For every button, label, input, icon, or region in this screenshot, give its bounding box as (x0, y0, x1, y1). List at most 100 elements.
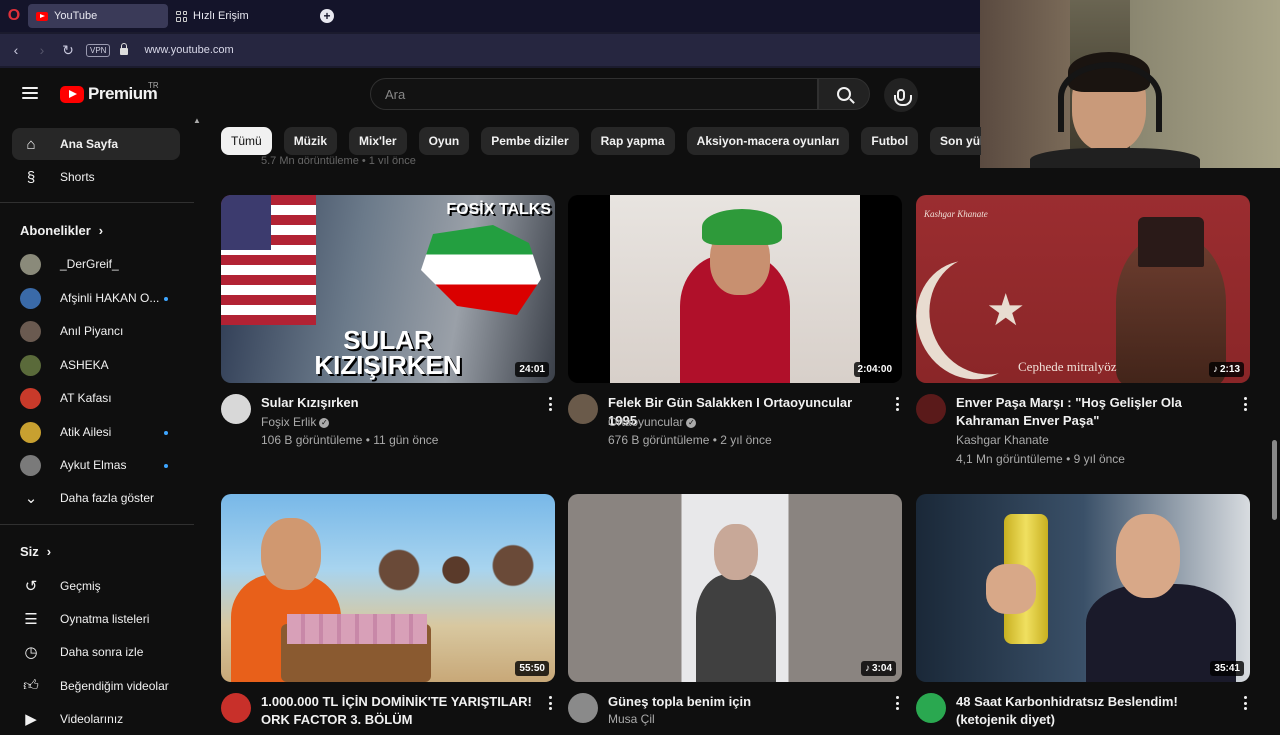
reload-button[interactable]: ↻ (60, 42, 76, 59)
vpn-badge[interactable]: VPN (86, 43, 111, 57)
sidebar-item-history[interactable]: ↺ Geçmiş (12, 570, 180, 602)
channel-name[interactable]: Foşix Erlik ✓ (261, 415, 330, 429)
video-card[interactable]: 35:41 48 Saat Karbonhidratsız Beslendim!… (916, 494, 1250, 727)
sidebar-item-label: _DerGreif_ (60, 257, 119, 271)
lock-icon[interactable] (120, 43, 129, 55)
chip-all[interactable]: Tümü (221, 127, 272, 155)
sidebar-item-label: Oynatma listeleri (60, 612, 150, 626)
microphone-icon (894, 89, 912, 106)
tab-youtube[interactable]: YouTube (28, 4, 168, 28)
video-card[interactable]: ★ Kashgar Khanate Cephede mitralyöz ♪ 2:1… (916, 195, 1250, 475)
duration-badge: 24:01 (515, 362, 549, 377)
video-title[interactable]: 48 Saat Karbonhidratsız Beslendim! (keto… (956, 693, 1232, 729)
sidebar-item-your-videos[interactable]: ▶ Videolarınız (12, 703, 180, 735)
us-flag (221, 195, 316, 325)
chip-football[interactable]: Futbol (861, 127, 919, 155)
you-header[interactable]: Siz › (20, 544, 51, 559)
video-thumbnail[interactable]: 35:41 (916, 494, 1250, 682)
youtube-logo[interactable]: Premium (60, 84, 158, 104)
new-content-dot (164, 431, 168, 435)
sidebar-item-subscription[interactable]: Atik Ailesi (12, 416, 180, 448)
chip-gaming[interactable]: Oyun (418, 127, 470, 155)
thumbnail-hand (986, 564, 1036, 614)
channel-avatar[interactable] (568, 394, 598, 424)
channel-avatar[interactable] (916, 394, 946, 424)
video-card[interactable]: ♪ 3:04 Güneş topla benim için Musa Çil (568, 494, 902, 726)
video-title[interactable]: Enver Paşa Marşı : "Hoş Gelişler Ola Kah… (956, 394, 1232, 430)
tab-quick-access[interactable]: Hızlı Erişim (168, 4, 310, 28)
avatar (20, 254, 41, 275)
more-options-icon[interactable] (549, 696, 553, 710)
channel-avatar[interactable] (916, 693, 946, 723)
video-thumbnail[interactable]: ♪ 3:04 (568, 494, 902, 682)
page-scrollbar[interactable] (1272, 440, 1277, 520)
channel-avatar[interactable] (221, 394, 251, 424)
more-options-icon[interactable] (1244, 696, 1248, 710)
sidebar-item-shorts[interactable]: § Shorts (12, 161, 180, 193)
channel-avatar[interactable] (568, 693, 598, 723)
video-thumbnail[interactable]: 2:04:00 (568, 195, 902, 383)
scrolled-video-meta: 5,7 Mn görüntüleme • 1 yıl önce (261, 155, 416, 164)
sidebar: ⌂ Ana Sayfa § Shorts Abonelikler › _DerG… (0, 120, 194, 728)
video-title[interactable]: 1.000.000 TL İÇİN DOMİNİK'TE YARIŞTILAR!… (261, 693, 537, 729)
sidebar-item-subscription[interactable]: AT Kafası (12, 382, 180, 414)
video-thumbnail[interactable]: 55:50 (221, 494, 555, 682)
video-thumbnail[interactable]: ★ Kashgar Khanate Cephede mitralyöz ♪ 2:1… (916, 195, 1250, 383)
video-card[interactable]: FOSİX TALKS SULAR KIZIŞIRKEN 24:01 Sular… (221, 195, 555, 475)
url-field[interactable]: www.youtube.com (144, 44, 233, 56)
search-icon (837, 87, 851, 101)
subscriptions-header[interactable]: Abonelikler › (20, 223, 103, 238)
sidebar-item-subscription[interactable]: ASHEKA (12, 349, 180, 381)
thumbnail-group (361, 534, 551, 624)
music-icon: ♪ (864, 663, 870, 674)
more-options-icon[interactable] (896, 397, 900, 411)
menu-icon[interactable] (22, 87, 38, 99)
avatar (20, 288, 41, 309)
address-bar: ‹ › ↻ VPN www.youtube.com (0, 34, 980, 66)
search-button[interactable] (818, 78, 870, 110)
sidebar-item-watch-later[interactable]: ◷ Daha sonra izle (12, 636, 180, 668)
new-tab-button[interactable]: + (320, 9, 334, 23)
video-title[interactable]: Güneş topla benim için (608, 693, 884, 711)
chevron-right-icon: › (98, 223, 104, 238)
chip-recently-uploaded[interactable]: Son yüklenenler (930, 127, 981, 155)
search-input[interactable]: Ara (370, 78, 818, 110)
channel-name[interactable]: Ortaoyuncular ✓ (608, 415, 697, 429)
duration-text: 2:13 (1219, 364, 1240, 375)
sidebar-item-subscription[interactable]: _DerGreif_ (12, 248, 180, 280)
sidebar-item-liked-videos[interactable]: 👍︎ Beğendiğim videolar (12, 670, 180, 702)
youtube-favicon-icon (36, 11, 48, 21)
forward-button[interactable]: › (34, 42, 50, 58)
sidebar-item-playlists[interactable]: ☰ Oynatma listeleri (12, 603, 180, 635)
chip-music[interactable]: Müzik (283, 127, 338, 155)
back-button[interactable]: ‹ (8, 42, 24, 58)
sidebar-item-subscription[interactable]: Anıl Piyancı (12, 315, 180, 347)
webcam-curtain (980, 0, 1070, 168)
clock-icon: ◷ (24, 644, 38, 661)
video-card[interactable]: 2:04:00 Felek Bir Gün Salakken I Ortaoyu… (568, 195, 902, 475)
channel-avatar[interactable] (221, 693, 251, 723)
video-card[interactable]: 55:50 1.000.000 TL İÇİN DOMİNİK'TE YARIŞ… (221, 494, 555, 727)
show-more-button[interactable]: ⌄ Daha fazla göster (12, 482, 180, 514)
more-options-icon[interactable] (896, 696, 900, 710)
chip-soap-operas[interactable]: Pembe diziler (481, 127, 579, 155)
more-options-icon[interactable] (1244, 397, 1248, 411)
channel-name[interactable]: Kashgar Khanate (956, 433, 1049, 447)
more-options-icon[interactable] (549, 397, 553, 411)
thumbnail-scene (610, 195, 860, 383)
voice-search-button[interactable] (884, 78, 918, 112)
sidebar-item-label: Afşinli HAKAN O... (60, 291, 160, 305)
sidebar-item-subscription[interactable]: Afşinli HAKAN O... (12, 282, 180, 314)
sidebar-item-label: Daha sonra izle (60, 645, 144, 659)
sidebar-item-home[interactable]: ⌂ Ana Sayfa (12, 128, 180, 160)
video-title[interactable]: Sular Kızışırken (261, 394, 537, 412)
filter-chips: Tümü Müzik Mix'ler Oyun Pembe diziler Ra… (221, 127, 981, 155)
video-thumbnail[interactable]: FOSİX TALKS SULAR KIZIŞIRKEN 24:01 (221, 195, 555, 383)
chip-mixes[interactable]: Mix'ler (349, 127, 407, 155)
sidebar-scroll-up-icon[interactable]: ▲ (193, 116, 201, 125)
sidebar-item-subscription[interactable]: Aykut Elmas (12, 449, 180, 481)
channel-name[interactable]: Musa Çil (608, 712, 655, 726)
chip-rap[interactable]: Rap yapma (590, 127, 675, 155)
chip-action-adventure[interactable]: Aksiyon-macera oyunları (686, 127, 850, 155)
opera-logo-icon[interactable]: O (0, 0, 28, 32)
